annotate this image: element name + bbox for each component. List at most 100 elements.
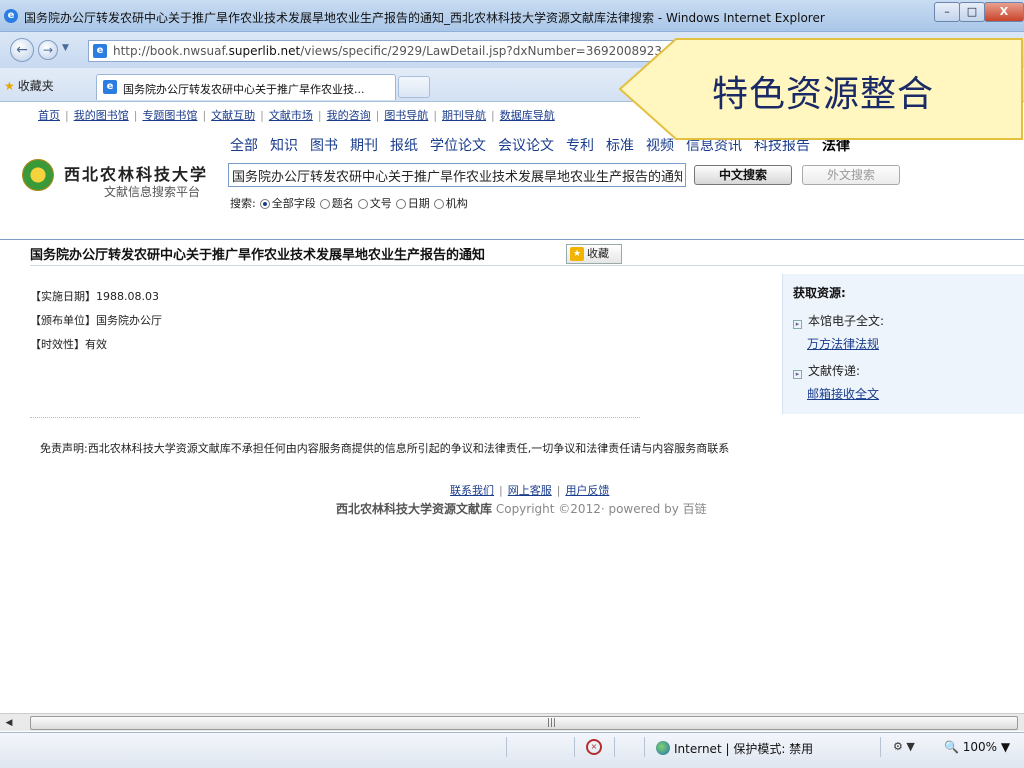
top-nav-link[interactable]: 数据库导航 [500, 109, 555, 122]
nav-separator: | [433, 109, 438, 122]
tab-page-icon: e [103, 80, 117, 94]
security-zone[interactable]: Internet | 保护模式: 禁用 [656, 740, 813, 757]
url-text[interactable]: http://book.nwsuaf.superlib.net/views/sp… [113, 44, 662, 58]
scope-option-label: 全部字段 [271, 197, 316, 210]
scope-radio[interactable] [433, 199, 444, 209]
zone-label: Internet | 保护模式: 禁用 [674, 742, 814, 756]
favorite-icon: ★ [570, 247, 584, 261]
favorite-button[interactable]: ★ 收藏 [566, 244, 622, 264]
footer-links: 联系我们 | 网上客服 | 用户反馈 [450, 482, 609, 498]
status-divider [644, 737, 645, 757]
window-titlebar[interactable]: e 国务院办公厅转发农研中心关于推广旱作农业技术发展旱地农业生产报告的通知_西北… [0, 0, 1024, 32]
category-tab[interactable]: 全部 [230, 138, 258, 154]
wanfang-law-link[interactable]: 万方法律法规 [807, 335, 879, 352]
scroll-left-icon[interactable]: ◀ [2, 716, 16, 730]
copyright: 西北农林科技大学资源文献库 Copyright ©2012· powered b… [336, 500, 707, 517]
window-controls: – □ X [934, 2, 1024, 22]
zoom-value: 100% [962, 740, 998, 754]
chinese-search-button[interactable]: 中文搜索 [694, 165, 792, 185]
field-issuer: 【颁布单位】国务院办公厅 [30, 312, 162, 328]
back-arrow-icon[interactable]: ← [10, 38, 34, 62]
scope-option-label: 日期 [407, 197, 430, 210]
top-nav-link[interactable]: 专题图书馆 [142, 109, 197, 122]
forward-arrow-icon[interactable]: → [38, 40, 58, 60]
scope-radio[interactable] [319, 199, 330, 209]
university-logo-icon [22, 159, 54, 191]
category-tab[interactable]: 期刊 [350, 138, 378, 154]
favorites-button[interactable]: ★ 收藏夹 [4, 77, 54, 94]
maximize-button[interactable]: □ [959, 2, 985, 22]
window-title: 国务院办公厅转发农研中心关于推广旱作农业技术发展旱地农业生产报告的通知_西北农林… [24, 11, 825, 25]
scope-label: 搜索: [230, 197, 256, 210]
top-nav-link[interactable]: 我的图书馆 [74, 109, 129, 122]
status-divider [614, 737, 615, 757]
field-label: 【颁布单位】 [30, 314, 96, 327]
tab-active[interactable]: e 国务院办公厅转发农研中心关于推广旱作农业技... [96, 74, 396, 100]
foreign-search-button[interactable]: 外文搜索 [802, 165, 900, 185]
status-divider [880, 737, 881, 757]
category-tab[interactable]: 学位论文 [430, 138, 486, 154]
content-divider [30, 417, 640, 418]
field-label: 【实施日期】 [30, 290, 96, 303]
page-tools-icon[interactable]: ⚙ ▼ [893, 740, 915, 753]
status-bar: × Internet | 保护模式: 禁用 ⚙ ▼ 🔍 100% ▼ [0, 732, 1024, 768]
ie-logo-icon: e [4, 9, 18, 23]
email-fulltext-link[interactable]: 邮箱接收全文 [807, 385, 879, 402]
url-domain: superlib.net [228, 44, 301, 58]
copyright-org: 西北农林科技大学资源文献库 [336, 502, 493, 516]
category-tab[interactable]: 知识 [270, 138, 298, 154]
category-tab[interactable]: 图书 [310, 138, 338, 154]
category-tab[interactable]: 专利 [566, 138, 594, 154]
new-tab-button[interactable] [398, 76, 430, 98]
top-nav-link[interactable]: 期刊导航 [442, 109, 486, 122]
footer-separator: | [556, 484, 561, 497]
status-divider [506, 737, 507, 757]
footer-link[interactable]: 用户反馈 [565, 484, 609, 497]
header-divider [0, 239, 1024, 240]
scroll-thumb[interactable]: ||| [30, 716, 1018, 730]
horizontal-scrollbar[interactable]: ◀ ||| [0, 713, 1024, 731]
footer-link[interactable]: 联系我们 [450, 484, 494, 497]
resource-label: 文献传递: [808, 364, 861, 378]
category-tab[interactable]: 报纸 [390, 138, 418, 154]
top-nav: 首页 | 我的图书馆 | 专题图书馆 | 文献互助 | 文献市场 | 我的咨询 | 图书导航 | 期刊导航 |… [38, 107, 555, 123]
top-nav-link[interactable]: 文献市场 [269, 109, 313, 122]
callout-text: 特色资源整合 [712, 74, 935, 115]
nav-separator: | [491, 109, 495, 122]
top-nav-link[interactable]: 我的咨询 [327, 109, 371, 122]
page-icon: e [93, 44, 107, 58]
document-title: 国务院办公厅转发农研中心关于推广旱作农业技术发展旱地农业生产报告的通知 [30, 248, 486, 263]
search-box [228, 163, 686, 187]
star-icon: ★ [4, 79, 15, 93]
minimize-button[interactable]: – [934, 2, 960, 22]
search-scope: 搜索: 全部字段 题名 文号 日期 机构 [230, 195, 468, 211]
resource-label: 本馆电子全文: [808, 314, 885, 328]
field-label: 【时效性】 [30, 338, 85, 351]
resource-panel: 获取资源: ▸ 本馆电子全文: 万方法律法规 ▸ 文献传递: 邮箱接收全文 [782, 274, 1024, 414]
field-validity: 【时效性】有效 [30, 336, 107, 352]
top-nav-link[interactable]: 图书导航 [384, 109, 428, 122]
scope-radio[interactable] [357, 199, 368, 209]
copyright-text: Copyright ©2012· powered by 百链 [495, 502, 707, 516]
search-input[interactable] [229, 164, 685, 186]
top-nav-link[interactable]: 文献互助 [211, 109, 255, 122]
nav-separator: | [317, 109, 322, 122]
history-dropdown-icon[interactable]: ▼ [62, 43, 69, 53]
bullet-icon: ▸ [793, 320, 802, 329]
category-tab[interactable]: 会议论文 [498, 138, 554, 154]
scope-radio[interactable] [259, 199, 270, 209]
nav-separator: | [133, 109, 138, 122]
top-nav-link[interactable]: 首页 [38, 109, 60, 122]
security-icon[interactable]: × [586, 739, 602, 755]
scope-radio[interactable] [395, 199, 406, 209]
nav-separator: | [260, 109, 264, 122]
field-value: 1988.08.03 [96, 290, 159, 303]
resource-item-delivery: ▸ 文献传递: [793, 362, 860, 379]
nav-separator: | [202, 109, 207, 122]
feature-callout: 特色资源整合 [616, 33, 1024, 145]
zoom-control[interactable]: 🔍 100% ▼ [944, 740, 1010, 754]
favorite-label: 收藏 [587, 247, 609, 260]
scope-option-label: 机构 [445, 197, 468, 210]
footer-link[interactable]: 网上客服 [508, 484, 552, 497]
close-button[interactable]: X [984, 2, 1024, 22]
